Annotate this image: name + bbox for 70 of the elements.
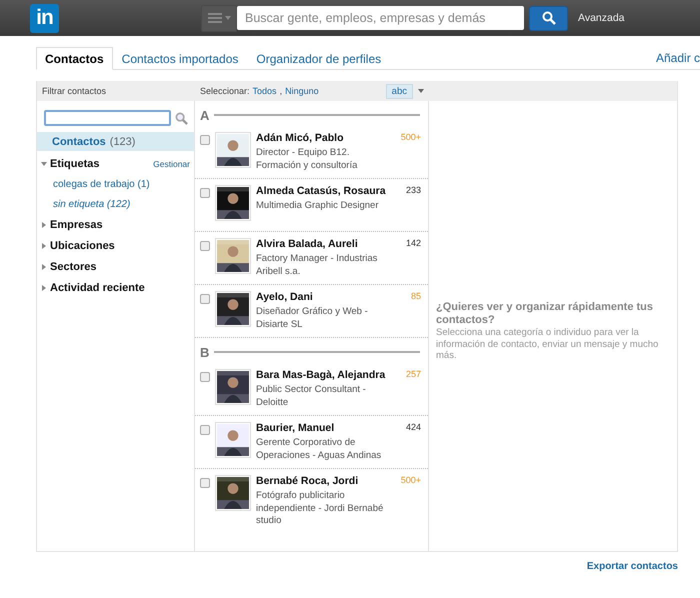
- advanced-search-link[interactable]: Avanzada: [578, 12, 625, 24]
- connection-count: 142: [406, 238, 421, 250]
- logo[interactable]: in: [30, 4, 59, 32]
- connection-count: 85: [410, 291, 421, 303]
- tab[interactable]: Organizador de perfiles: [247, 48, 390, 70]
- caret-icon[interactable]: [418, 89, 424, 93]
- collapsed-triangle-icon[interactable]: [41, 264, 47, 270]
- filter-group[interactable]: Sectores: [50, 260, 96, 272]
- collapsed-triangle-icon[interactable]: [41, 284, 47, 290]
- contact-headline: Multimedia Graphic Designer: [256, 200, 380, 212]
- collapsed-triangle-icon[interactable]: [41, 222, 47, 228]
- all-contacts-item[interactable]: Contactos (123): [37, 132, 194, 151]
- connection-count: 500+: [400, 132, 421, 144]
- connection-count: 257: [406, 369, 421, 381]
- connection-count: 424: [406, 422, 421, 434]
- filter-group[interactable]: Ubicaciones: [50, 240, 115, 252]
- contact-name[interactable]: Ayelo, Dani: [256, 291, 394, 304]
- contact-headline: Gerente Corporativo de Operaciones - Aguas Andinas: [256, 437, 382, 462]
- contact-name[interactable]: Baurier, Manuel: [256, 422, 394, 435]
- contact-headline: Diseñador Gráfico y Web - Disiarte SL: [256, 306, 369, 331]
- contact-name[interactable]: Bernabé Roca, Jordi: [256, 475, 394, 488]
- search-field[interactable]: Buscar gente, empleos, empresas y demás: [237, 6, 524, 30]
- select-label: Seleccionar:: [200, 86, 250, 96]
- contact-name[interactable]: Alvira Balada, Aureli: [256, 238, 394, 251]
- checkbox[interactable]: [200, 241, 210, 251]
- filter-field[interactable]: [44, 110, 171, 126]
- detail-text: Selecciona una categoría o individuo para ver la información de contacto, enviar un mensaje y mucho más.: [436, 327, 660, 362]
- contact-headline: Factory Manager - Industrias Aribell s.a.: [256, 253, 378, 278]
- tag-item[interactable]: sin etiqueta (122): [37, 194, 194, 214]
- checkbox[interactable]: [200, 372, 210, 382]
- search-button[interactable]: [529, 6, 568, 30]
- menu-icon: [208, 13, 222, 23]
- contact-name[interactable]: Almeda Catasús, Rosaura: [256, 185, 394, 198]
- filter-group[interactable]: Etiquetas: [50, 158, 100, 170]
- connection-count: 233: [406, 185, 421, 197]
- tab[interactable]: Contactos importados: [112, 48, 248, 70]
- contact-headline: Director - Equipo B12. Formación y consultoría: [256, 147, 358, 172]
- contact-headline: Public Sector Consultant - Deloitte: [256, 384, 367, 409]
- export-contacts-link[interactable]: Exportar contactos: [0, 561, 678, 572]
- search-icon[interactable]: [175, 112, 188, 124]
- checkbox[interactable]: [200, 425, 210, 435]
- detail-title: ¿Quieres ver y organizar rápidamente tus contactos?: [436, 301, 654, 327]
- search-category-selector[interactable]: [201, 4, 237, 32]
- add-contacts-link[interactable]: Añadir c: [656, 51, 700, 65]
- filter-group[interactable]: Actividad reciente: [50, 282, 145, 294]
- checkbox[interactable]: [200, 135, 210, 145]
- tag-item[interactable]: colegas de trabajo (1): [37, 174, 194, 194]
- separator-comma: ,: [280, 86, 282, 96]
- checkbox[interactable]: [200, 294, 210, 304]
- filter-title: Filtrar contactos: [42, 86, 106, 96]
- filter-group[interactable]: Empresas: [50, 218, 103, 230]
- contact-name[interactable]: Adán Micó, Pablo: [256, 132, 394, 145]
- manage-link[interactable]: Gestionar: [153, 158, 190, 168]
- connection-count: 500+: [400, 475, 421, 487]
- contact-headline: Fotógrafo publicitario independiente - Jordi Bernabé studio: [256, 490, 384, 528]
- select-all-link[interactable]: Todos: [252, 86, 277, 96]
- expanded-triangle-icon[interactable]: [41, 160, 47, 166]
- tab[interactable]: Contactos: [36, 47, 113, 70]
- collapsed-triangle-icon[interactable]: [41, 242, 47, 248]
- checkbox[interactable]: [200, 188, 210, 198]
- select-none-link[interactable]: Ninguno: [285, 86, 319, 96]
- search-icon: [542, 11, 556, 25]
- contact-name[interactable]: Bara Mas-Bagà, Alejandra: [256, 369, 394, 382]
- caret-icon: [224, 16, 230, 20]
- section-letter: A: [200, 108, 210, 122]
- section-letter: B: [200, 344, 210, 360]
- checkbox[interactable]: [200, 478, 210, 488]
- contact-count: (123): [110, 136, 136, 148]
- sort-button[interactable]: abc: [386, 84, 413, 98]
- all-contacts-label: Contactos: [52, 136, 106, 148]
